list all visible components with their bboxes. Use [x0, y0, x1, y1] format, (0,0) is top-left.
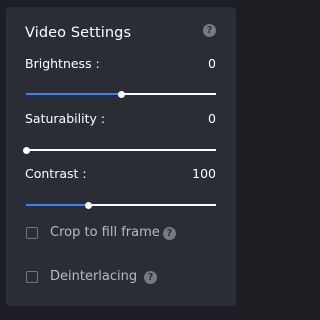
contrast-slider[interactable]: [26, 200, 216, 210]
deinterlacing-checkbox[interactable]: [26, 271, 38, 283]
slider-fill: [26, 93, 121, 95]
slider-track: [26, 149, 216, 151]
contrast-label: Contrast :: [25, 166, 87, 181]
saturability-label: Saturability :: [25, 111, 106, 126]
panel-title: Video Settings: [25, 25, 132, 41]
deinterlacing-help-icon[interactable]: ?: [144, 271, 157, 284]
brightness-slider[interactable]: [26, 89, 216, 99]
brightness-label: Brightness :: [25, 56, 100, 71]
slider-fill: [26, 204, 89, 206]
slider-thumb[interactable]: [117, 90, 125, 98]
crop-checkbox[interactable]: [26, 227, 38, 239]
crop-help-icon[interactable]: ?: [163, 227, 176, 240]
crop-label[interactable]: Crop to fill frame: [50, 225, 160, 240]
slider-thumb[interactable]: [22, 146, 30, 154]
saturability-value: 0: [208, 111, 216, 126]
deinterlacing-label[interactable]: Deinterlacing: [50, 269, 137, 284]
help-icon[interactable]: ?: [203, 24, 216, 37]
brightness-value: 0: [208, 56, 216, 71]
slider-thumb[interactable]: [85, 201, 93, 209]
contrast-value: 100: [192, 166, 216, 181]
saturability-slider[interactable]: [22, 145, 216, 155]
video-settings-panel: Video Settings ? Brightness : 0 Saturabi…: [6, 7, 236, 306]
